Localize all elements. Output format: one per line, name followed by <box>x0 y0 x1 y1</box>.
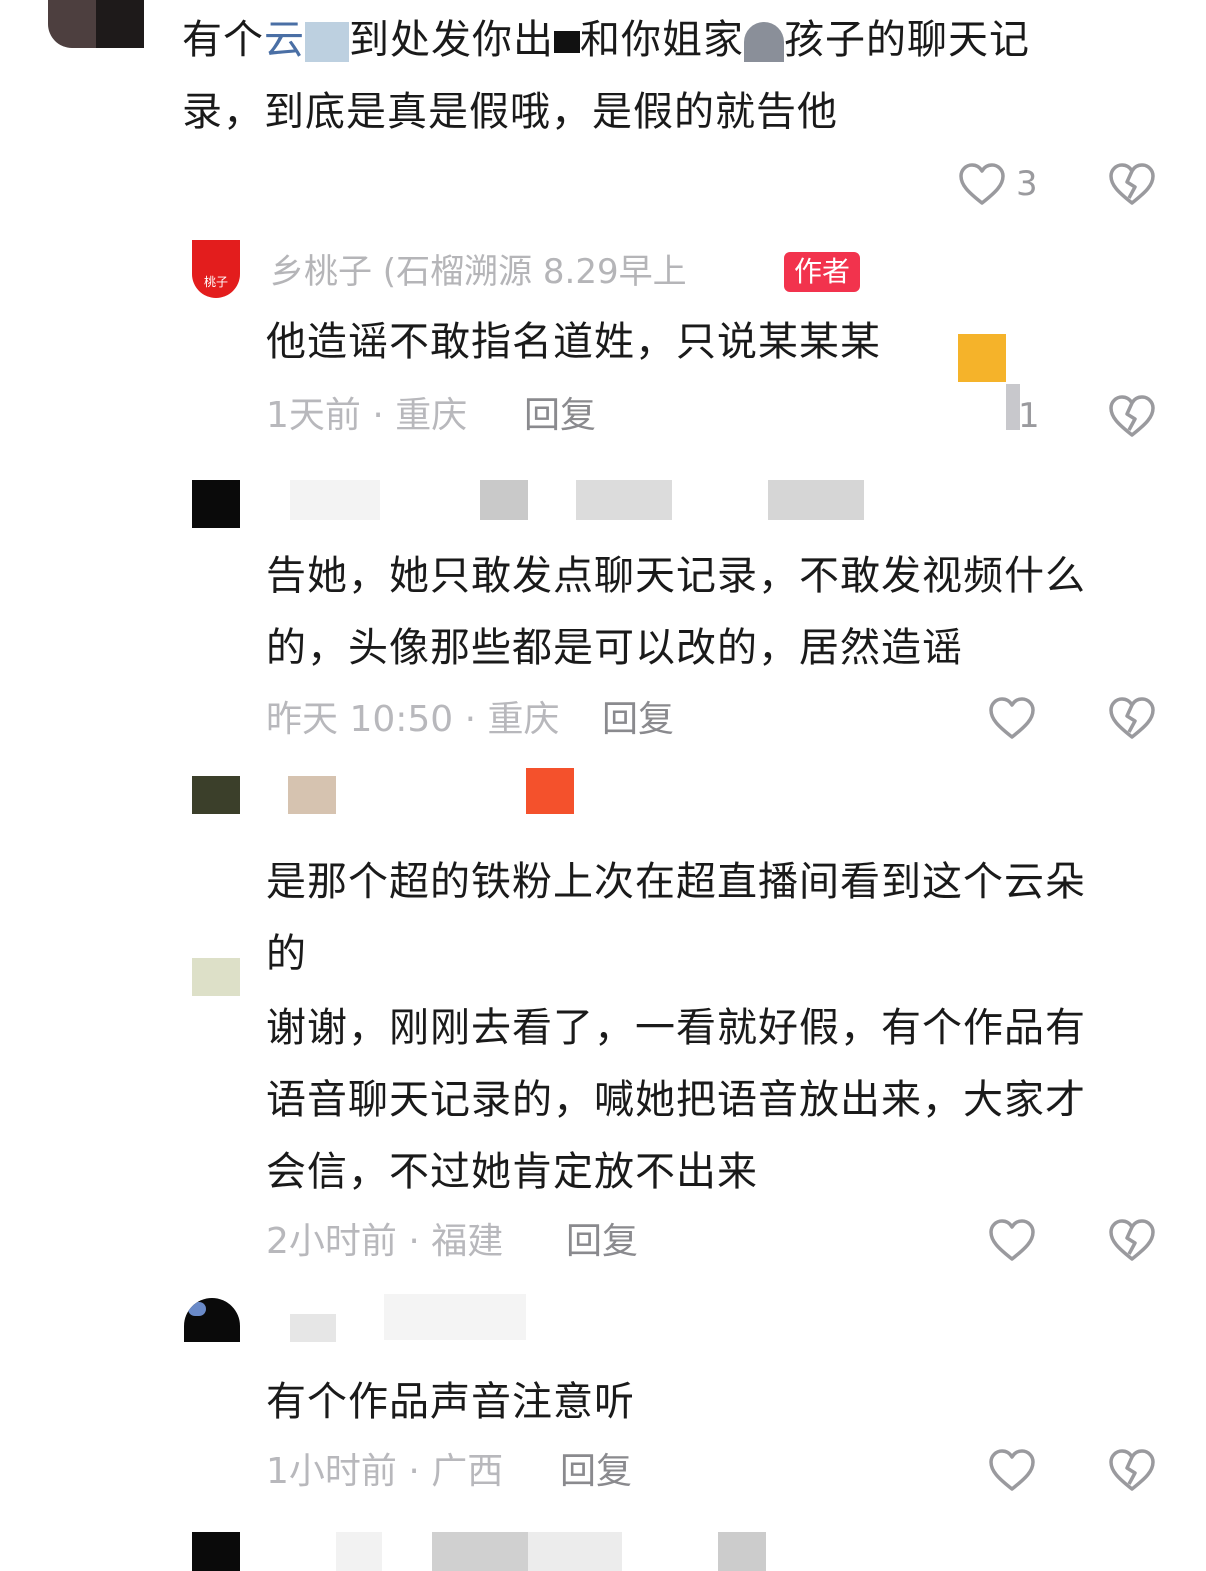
comment-2-time: 昨天 10:50 · 重庆 <box>266 699 560 740</box>
comment-3-like-button[interactable] <box>986 1214 1038 1266</box>
mosaic-block <box>480 480 528 520</box>
broken-heart-icon <box>1109 1449 1155 1491</box>
comment-2-line-1: 告她，她只敢发点聊天记录，不敢发视频什么 <box>266 553 1086 599</box>
avatar-text: 桃子 <box>203 275 228 289</box>
comment-0-link[interactable]: 云 <box>264 17 305 63</box>
avatar[interactable] <box>192 1532 240 1571</box>
avatar-highlight <box>188 1302 206 1316</box>
comment-0-line-1: 有个云 到处发你出 和你姐家 孩子的聊天记 <box>182 4 1030 76</box>
mosaic-block <box>526 768 574 814</box>
comment-2-line-2: 的，头像那些都是可以改的，居然造谣 <box>266 625 963 671</box>
mosaic-block <box>744 22 784 62</box>
orange-sticker <box>958 334 1006 382</box>
comment-0-dislike-button[interactable] <box>1106 158 1158 210</box>
comment-3-reply-line-3: 会信，不过她肯定放不出来 <box>266 1149 758 1195</box>
heart-outline-icon <box>959 163 1005 205</box>
mosaic-block <box>290 1314 336 1342</box>
comment-0-like-button[interactable] <box>956 158 1008 210</box>
comment-3-reply-line-1: 谢谢，刚刚去看了，一看就好假，有个作品有 <box>266 1005 1086 1051</box>
comment-0-part-b: 到处发你出 <box>349 17 554 63</box>
comment-0-part-d: 孩子的聊天记 <box>784 17 1030 63</box>
comment-4-reply-button[interactable]: 回复 <box>560 1448 632 1496</box>
comment-0-line-2: 录，到底是真是假哦，是假的就告他 <box>182 89 838 135</box>
comment-1-dislike-button[interactable] <box>1106 390 1158 442</box>
broken-heart-icon <box>1109 1219 1155 1261</box>
comment-3-line-1: 是那个超的铁粉上次在超直播间看到这个云朵 <box>266 859 1086 905</box>
mosaic-block <box>290 480 380 520</box>
comment-3-time: 2小时前 · 福建 <box>266 1221 504 1262</box>
mosaic-block <box>718 1532 766 1571</box>
mosaic-block <box>554 31 580 53</box>
username-mosaic <box>290 480 910 520</box>
broken-heart-icon <box>1109 697 1155 739</box>
comment-0-like-count: 3 <box>1016 164 1038 204</box>
comment-1-time: 1天前 · 重庆 <box>266 395 468 436</box>
broken-heart-icon <box>1109 395 1155 437</box>
mosaic-block <box>576 480 672 520</box>
mosaic-block <box>305 22 349 62</box>
broken-heart-icon <box>1109 163 1155 205</box>
comment-2-like-button[interactable] <box>986 692 1038 744</box>
comment-4-like-button[interactable] <box>986 1444 1038 1496</box>
comment-0-part-a: 有个 <box>182 17 264 63</box>
comment-4-time: 1小时前 · 广西 <box>266 1451 504 1492</box>
mosaic-block <box>384 1294 526 1340</box>
comment-3-dislike-button[interactable] <box>1106 1214 1158 1266</box>
comment-2-dislike-button[interactable] <box>1106 692 1158 744</box>
heart-outline-icon <box>989 1219 1035 1261</box>
avatar[interactable]: 桃子 <box>192 240 240 298</box>
comment-4-text: 有个作品声音注意听 <box>266 1379 635 1425</box>
username[interactable]: 乡桃子 (石榴溯源 8.29早上 <box>270 248 687 296</box>
top-avatar-fragment-2 <box>96 0 144 48</box>
heart-outline-icon <box>989 1449 1035 1491</box>
mosaic-block <box>768 480 864 520</box>
comment-1-like-count: 1 <box>1018 396 1040 436</box>
comment-0-part-c: 和你姐家 <box>580 17 744 63</box>
author-badge: 作者 <box>784 252 861 292</box>
heart-outline-icon <box>989 697 1035 739</box>
comment-3-line-2: 的 <box>266 931 307 977</box>
avatar[interactable] <box>192 776 240 814</box>
comment-3-reply-line-2: 语音聊天记录的，喊她把语音放出来，大家才 <box>266 1077 1086 1123</box>
comment-1-reply-button[interactable]: 回复 <box>524 392 596 440</box>
avatar[interactable] <box>192 958 240 996</box>
mosaic-block <box>528 1532 622 1571</box>
avatar[interactable] <box>184 1298 240 1342</box>
comment-3-reply-button[interactable]: 回复 <box>566 1218 638 1266</box>
comment-4-dislike-button[interactable] <box>1106 1444 1158 1496</box>
mosaic-block <box>432 1532 528 1571</box>
comment-2-reply-button[interactable]: 回复 <box>602 696 674 744</box>
avatar[interactable] <box>192 480 240 528</box>
comment-1-text: 他造谣不敢指名道姓，只说某某某 <box>266 319 881 365</box>
mosaic-block <box>288 776 336 814</box>
mosaic-block <box>336 1532 382 1571</box>
